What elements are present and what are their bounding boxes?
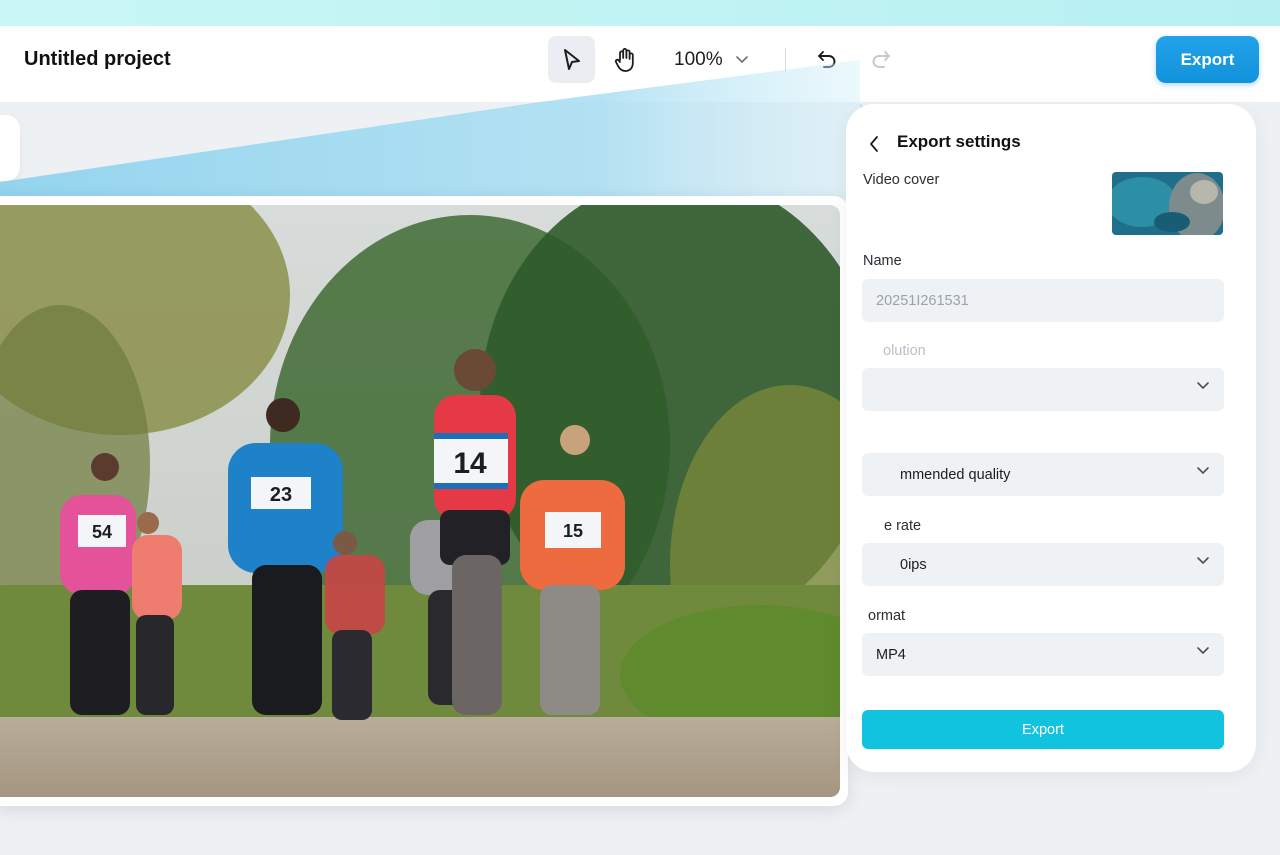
bib-15: 15 (563, 521, 583, 541)
bib-54: 54 (92, 522, 112, 542)
resolution-select[interactable] (862, 368, 1224, 411)
bib-14: 14 (453, 447, 487, 480)
resolution-label: olution (883, 343, 926, 359)
back-button[interactable] (862, 132, 886, 156)
format-select[interactable]: MP4 (862, 633, 1224, 676)
frame-rate-value: 0ips (900, 556, 927, 573)
export-button[interactable]: Export (1156, 36, 1259, 83)
frame-rate-label: e rate (884, 518, 922, 534)
project-title[interactable]: Untitled project (24, 48, 171, 71)
chevron-down-icon (1197, 467, 1209, 475)
redo-icon (872, 51, 890, 68)
export-settings-panel: Export settings Video cover Name 20251I2… (846, 104, 1256, 772)
video-cover-thumbnail[interactable] (1112, 172, 1223, 235)
quality-value: mmended quality (900, 466, 1011, 483)
video-cover-label: Video cover (863, 172, 940, 188)
undo-button[interactable] (810, 42, 844, 76)
frame-rate-select[interactable]: 0ips (862, 543, 1224, 586)
hand-tool-button[interactable] (601, 36, 648, 83)
chevron-down-icon (1197, 647, 1209, 655)
zoom-value: 100% (674, 48, 723, 70)
bib-23: 23 (270, 484, 292, 506)
name-label: Name (863, 253, 902, 269)
format-value: MP4 (876, 646, 906, 663)
hand-icon (614, 47, 634, 72)
format-label: ormat (868, 608, 906, 624)
zoom-dropdown[interactable]: 100% (664, 36, 759, 83)
undo-icon (818, 51, 836, 68)
top-accent-strip (0, 0, 1280, 26)
video-preview[interactable]: 54 23 14 15 (0, 205, 840, 797)
left-side-panel-edge (0, 115, 20, 181)
chevron-left-icon (870, 136, 878, 152)
export-confirm-button[interactable]: Export (862, 710, 1224, 749)
pointer-icon (563, 48, 580, 70)
chevron-down-icon (735, 56, 748, 64)
video-frame-image: 54 23 14 15 (0, 205, 840, 797)
select-tool-button[interactable] (548, 36, 595, 83)
toolbar-divider (785, 48, 786, 72)
name-value: 20251I261531 (876, 292, 969, 309)
quality-select[interactable]: mmended quality (862, 453, 1224, 496)
cover-image (1112, 172, 1223, 235)
chevron-down-icon (1197, 382, 1209, 390)
name-input[interactable]: 20251I261531 (862, 279, 1224, 322)
chevron-down-icon (1197, 557, 1209, 565)
panel-title: Export settings (897, 132, 1021, 151)
redo-button[interactable] (864, 42, 898, 76)
top-toolbar: Untitled project 100% Export (0, 26, 1280, 102)
